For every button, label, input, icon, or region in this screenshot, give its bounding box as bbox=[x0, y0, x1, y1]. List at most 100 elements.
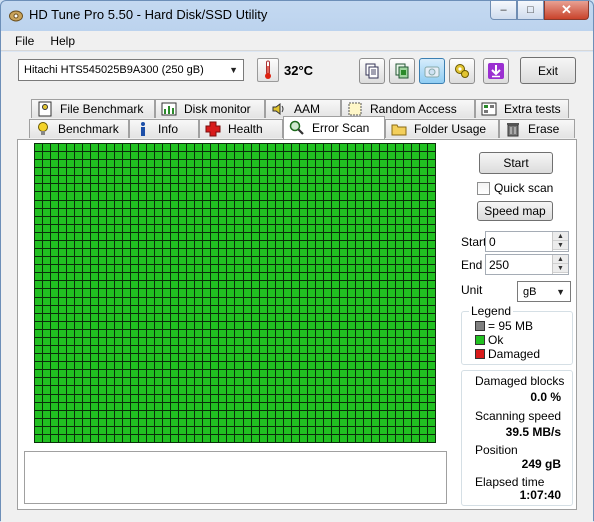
scan-block bbox=[195, 273, 203, 281]
scan-block bbox=[107, 240, 115, 249]
scan-block bbox=[395, 232, 403, 240]
scan-block bbox=[379, 305, 387, 313]
scan-block bbox=[163, 200, 171, 208]
scan-block bbox=[411, 192, 419, 200]
tab-file-benchmark[interactable]: File Benchmark bbox=[31, 99, 155, 118]
scan-block bbox=[243, 208, 251, 216]
scan-block bbox=[67, 362, 75, 370]
scan-block bbox=[275, 224, 283, 232]
scan-block bbox=[99, 289, 107, 297]
scan-block bbox=[331, 434, 339, 442]
tab-error-scan[interactable]: Error Scan bbox=[283, 116, 385, 139]
tab-health[interactable]: Health bbox=[199, 119, 283, 138]
scan-block bbox=[323, 257, 331, 265]
start-spinbox[interactable]: 0 ▲ ▼ bbox=[485, 231, 569, 252]
scan-block bbox=[75, 232, 83, 240]
scan-block bbox=[107, 200, 115, 208]
scan-block bbox=[259, 192, 267, 200]
scan-block bbox=[299, 160, 307, 168]
spin-up-icon[interactable]: ▲ bbox=[553, 232, 568, 241]
start-button[interactable]: Start bbox=[479, 152, 553, 174]
copy-all-button[interactable] bbox=[389, 58, 415, 84]
scan-block bbox=[371, 297, 379, 305]
scan-block bbox=[83, 144, 91, 152]
log-box[interactable] bbox=[24, 451, 447, 504]
scan-block bbox=[75, 152, 83, 160]
scan-block bbox=[347, 257, 355, 265]
tab-info[interactable]: Info bbox=[129, 119, 199, 138]
tab-disk-monitor[interactable]: Disk monitor bbox=[155, 99, 265, 118]
scan-block bbox=[219, 184, 227, 192]
tab-erase[interactable]: Erase bbox=[499, 119, 575, 138]
spin-down-icon[interactable]: ▼ bbox=[553, 264, 568, 273]
scan-block bbox=[147, 410, 155, 418]
copy-info-button[interactable] bbox=[359, 58, 385, 84]
tab-folder-usage[interactable]: Folder Usage bbox=[385, 119, 499, 138]
scan-block bbox=[275, 192, 283, 200]
scan-block bbox=[59, 192, 67, 200]
scan-block bbox=[59, 224, 67, 232]
scan-block bbox=[323, 216, 331, 224]
scan-block bbox=[75, 386, 83, 394]
unit-select[interactable]: gB ▼ bbox=[517, 281, 571, 302]
spin-up-icon[interactable]: ▲ bbox=[553, 255, 568, 264]
scan-block bbox=[195, 152, 203, 160]
scan-block bbox=[283, 346, 291, 354]
scan-block bbox=[99, 240, 107, 249]
speed-map-button[interactable]: Speed map bbox=[477, 201, 553, 221]
scan-block bbox=[299, 289, 307, 297]
save-button[interactable] bbox=[483, 58, 509, 84]
quick-scan-checkbox[interactable]: Quick scan bbox=[477, 181, 553, 195]
end-spinbox[interactable]: 250 ▲ ▼ bbox=[485, 254, 569, 275]
scan-block bbox=[51, 313, 59, 321]
scan-block bbox=[107, 378, 115, 386]
menu-help[interactable]: Help bbox=[42, 31, 83, 50]
scan-block bbox=[219, 216, 227, 224]
scan-block bbox=[35, 418, 43, 426]
scan-block bbox=[315, 281, 323, 289]
scan-block bbox=[211, 160, 219, 168]
scan-block bbox=[195, 192, 203, 200]
scan-block bbox=[163, 394, 171, 402]
scan-block bbox=[251, 410, 259, 418]
options-button[interactable] bbox=[449, 58, 475, 84]
scan-block bbox=[163, 426, 171, 434]
scan-block bbox=[147, 418, 155, 426]
maximize-button[interactable]: □ bbox=[517, 1, 544, 20]
scan-block bbox=[43, 313, 51, 321]
scan-block bbox=[243, 313, 251, 321]
scan-block bbox=[83, 426, 91, 434]
scan-block bbox=[259, 378, 267, 386]
scan-block bbox=[115, 426, 123, 434]
scan-block bbox=[99, 184, 107, 192]
drive-select[interactable]: Hitachi HTS545025B9A300 (250 gB) ▼ bbox=[18, 59, 244, 81]
spin-down-icon[interactable]: ▼ bbox=[553, 241, 568, 250]
scan-block bbox=[307, 321, 315, 329]
scan-block bbox=[75, 313, 83, 321]
tab-benchmark[interactable]: Benchmark bbox=[29, 119, 129, 138]
scan-block bbox=[211, 240, 219, 249]
scan-block bbox=[347, 265, 355, 273]
title-bar[interactable]: HD Tune Pro 5.50 - Hard Disk/SSD Utility… bbox=[1, 1, 593, 31]
exit-button[interactable]: Exit bbox=[520, 57, 576, 84]
scan-block bbox=[179, 273, 187, 281]
close-button[interactable]: ✕ bbox=[544, 1, 589, 20]
scan-block bbox=[251, 394, 259, 402]
screenshot-button[interactable] bbox=[419, 58, 445, 84]
minimize-button[interactable]: – bbox=[490, 1, 517, 20]
legend-block-size: = 95 MB bbox=[475, 319, 533, 333]
menu-file[interactable]: File bbox=[7, 31, 42, 50]
scan-block bbox=[307, 144, 315, 152]
scan-block bbox=[315, 200, 323, 208]
scan-block bbox=[347, 386, 355, 394]
scan-block bbox=[155, 362, 163, 370]
scan-block bbox=[147, 176, 155, 184]
scan-block bbox=[203, 337, 211, 346]
scan-block bbox=[243, 257, 251, 265]
scan-block bbox=[83, 313, 91, 321]
tab-extra-tests[interactable]: Extra tests bbox=[475, 99, 569, 118]
scan-block bbox=[307, 297, 315, 305]
scan-block bbox=[251, 184, 259, 192]
scan-block bbox=[307, 394, 315, 402]
scan-block bbox=[411, 240, 419, 249]
